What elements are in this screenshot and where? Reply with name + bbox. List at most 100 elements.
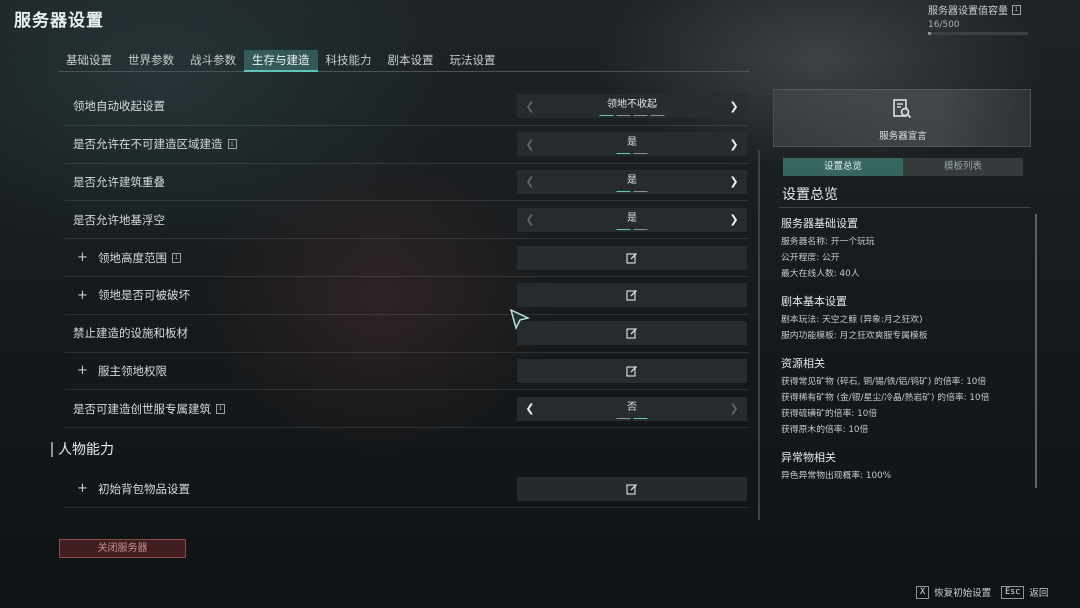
tab-basic[interactable]: 基础设置 <box>58 50 120 72</box>
close-server-button[interactable]: 关闭服务器 <box>59 539 186 558</box>
overview-group-title: 资源相关 <box>781 357 825 370</box>
info-icon[interactable]: i <box>216 403 225 414</box>
tab-tech[interactable]: 科技能力 <box>318 50 380 72</box>
overview-line: 公开程度: 公开 <box>781 253 840 263</box>
divider <box>779 207 1031 208</box>
arrow-left-icon[interactable]: ❮ <box>517 138 543 151</box>
option-indicator <box>616 153 648 155</box>
overview-group-title: 异常物相关 <box>781 451 836 464</box>
overview-line: 获得硫磺矿的倍率: 10倍 <box>781 409 878 419</box>
settings-scrollbar[interactable] <box>758 150 760 520</box>
setting-row-owner-territory-permission: + 服主领地权限 <box>65 353 749 391</box>
selector-value: 否 <box>627 401 637 413</box>
expand-plus-icon[interactable]: + <box>77 288 93 303</box>
option-indicator <box>599 115 665 117</box>
tab-settings-overview[interactable]: 设置总览 <box>783 158 903 176</box>
category-tabs: 基础设置 世界参数 战斗参数 生存与建造 科技能力 剧本设置 玩法设置 <box>58 50 750 72</box>
overview-line: 获得稀有矿物 (金/银/星尘/冷晶/熱岩矿) 的倍率: 10倍 <box>781 393 990 403</box>
setting-label: 领地是否可被破坏 <box>98 288 190 303</box>
capacity-bar-fill <box>928 32 932 35</box>
building-overlap-selector[interactable]: ❮ 是 ❯ <box>517 169 747 194</box>
setting-row-foundation-float: 是否允许地基浮空 ❮ 是 ❯ <box>65 201 749 240</box>
overview-line: 异色异常物出现概率: 100% <box>781 471 892 481</box>
mouse-cursor-icon <box>510 309 530 330</box>
arrow-left-icon[interactable]: ❮ <box>517 213 543 226</box>
option-indicator <box>616 228 648 230</box>
setting-row-genesis-buildings: 是否可建造创世服专属建筑 i ❮ 否 ❯ <box>65 390 749 429</box>
tab-world[interactable]: 世界参数 <box>120 50 182 72</box>
setting-label: 领地高度范围 <box>98 250 167 265</box>
arrow-left-icon[interactable]: ❮ <box>517 402 543 415</box>
capacity-count: 16/500 <box>928 20 960 30</box>
arrow-right-icon[interactable]: ❯ <box>721 213 747 226</box>
tab-gameplay[interactable]: 玩法设置 <box>442 50 504 72</box>
server-declaration-banner[interactable]: 服务器宣言 <box>773 89 1031 147</box>
capacity-bar <box>928 32 1028 35</box>
genesis-buildings-selector[interactable]: ❮ 否 ❯ <box>517 396 747 421</box>
section-heading-character: 人物能力 <box>51 428 749 470</box>
tab-template-list[interactable]: 模板列表 <box>903 158 1023 176</box>
info-icon[interactable]: i <box>227 139 237 150</box>
selector-value: 是 <box>627 137 637 149</box>
overview-line: 最大在线人数: 40人 <box>781 269 860 279</box>
back-label: 返回 <box>1029 588 1049 599</box>
setting-label: 领地自动收起设置 <box>73 99 165 114</box>
restore-defaults-label: 恢复初始设置 <box>934 588 992 599</box>
setting-label: 禁止建造的设施和板材 <box>73 326 188 341</box>
edit-icon <box>626 328 637 339</box>
setting-label: 是否允许建筑重叠 <box>73 174 165 189</box>
document-search-icon <box>893 99 912 119</box>
setting-label: 是否允许地基浮空 <box>73 212 165 227</box>
panel-tabs: 设置总览 模板列表 <box>783 158 1023 176</box>
overview-line: 服内功能模板: 月之狂欢爽服专属模板 <box>781 331 928 341</box>
overview-group-basic: 服务器基础设置 服务器名称: 开一个玩玩 公开程度: 公开 最大在线人数: 40… <box>781 215 1031 282</box>
expand-plus-icon[interactable]: + <box>77 363 93 378</box>
initial-backpack-edit-button[interactable] <box>517 476 747 501</box>
expand-plus-icon[interactable]: + <box>77 481 93 496</box>
restore-defaults-hint[interactable]: X 恢复初始设置 <box>916 585 991 599</box>
edit-icon <box>626 290 637 301</box>
arrow-left-icon[interactable]: ❮ <box>517 175 543 188</box>
info-icon[interactable]: i <box>1012 4 1021 15</box>
selector-value: 是 <box>627 212 637 224</box>
foundation-float-selector[interactable]: ❮ 是 ❯ <box>517 207 747 232</box>
territory-destructible-edit-button[interactable] <box>517 283 747 308</box>
tab-combat[interactable]: 战斗参数 <box>182 50 244 72</box>
tab-survival-building[interactable]: 生存与建造 <box>244 50 318 72</box>
banner-label: 服务器宣言 <box>879 131 927 142</box>
arrow-right-icon[interactable]: ❯ <box>721 402 747 415</box>
tab-scenario[interactable]: 剧本设置 <box>380 50 442 72</box>
setting-row-territory-height: + 领地高度范围 i <box>65 239 749 277</box>
territory-height-edit-button[interactable] <box>517 245 747 270</box>
option-indicator <box>616 417 648 419</box>
overview-group-title: 服务器基础设置 <box>781 217 858 230</box>
territory-auto-collect-selector[interactable]: ❮ 领地不收起 ❯ <box>517 94 747 119</box>
overview-scrollbar[interactable] <box>1035 214 1037 488</box>
setting-row-building-overlap: 是否允许建筑重叠 ❮ 是 ❯ <box>65 164 749 202</box>
arrow-left-icon[interactable]: ❮ <box>517 100 543 113</box>
build-restricted-area-selector[interactable]: ❮ 是 ❯ <box>517 132 747 157</box>
arrow-right-icon[interactable]: ❯ <box>721 100 747 113</box>
setting-row-territory-destructible: + 领地是否可被破坏 <box>65 277 749 315</box>
overview-line: 剧本玩法: 天空之鲸 (异象:月之狂欢) <box>781 315 923 325</box>
setting-label: 初始背包物品设置 <box>98 481 190 496</box>
settings-overview: 服务器基础设置 服务器名称: 开一个玩玩 公开程度: 公开 最大在线人数: 40… <box>781 215 1031 495</box>
edit-icon <box>626 252 637 264</box>
setting-label: 是否允许在不可建造区域建造 <box>73 137 223 152</box>
overview-line: 服务器名称: 开一个玩玩 <box>781 237 875 247</box>
owner-territory-permission-edit-button[interactable] <box>517 358 747 383</box>
settings-list: 领地自动收起设置 ❮ 领地不收起 ❯ 是否允许在不可建造区域建造 i ❮ 是 ❯… <box>58 88 749 508</box>
arrow-right-icon[interactable]: ❯ <box>721 138 747 151</box>
banned-facilities-edit-button[interactable] <box>517 321 747 346</box>
setting-label: 是否可建造创世服专属建筑 <box>73 401 211 416</box>
overview-line: 获得常见矿物 (碎石, 铜/锡/铁/铝/钨矿) 的倍率: 10倍 <box>781 377 987 387</box>
setting-row-banned-facilities: 禁止建造的设施和板材 <box>65 315 749 353</box>
setting-row-initial-backpack: + 初始背包物品设置 <box>65 470 749 508</box>
info-icon[interactable]: i <box>172 252 181 263</box>
arrow-right-icon[interactable]: ❯ <box>721 175 747 188</box>
overview-group-resources: 资源相关 获得常见矿物 (碎石, 铜/锡/铁/铝/钨矿) 的倍率: 10倍 获得… <box>781 355 1031 438</box>
setting-row-build-restricted-area: 是否允许在不可建造区域建造 i ❮ 是 ❯ <box>65 126 749 164</box>
expand-plus-icon[interactable]: + <box>77 250 93 265</box>
setting-row-territory-auto-collect: 领地自动收起设置 ❮ 领地不收起 ❯ <box>65 88 749 126</box>
back-hint[interactable]: Esc 返回 <box>1001 585 1048 599</box>
